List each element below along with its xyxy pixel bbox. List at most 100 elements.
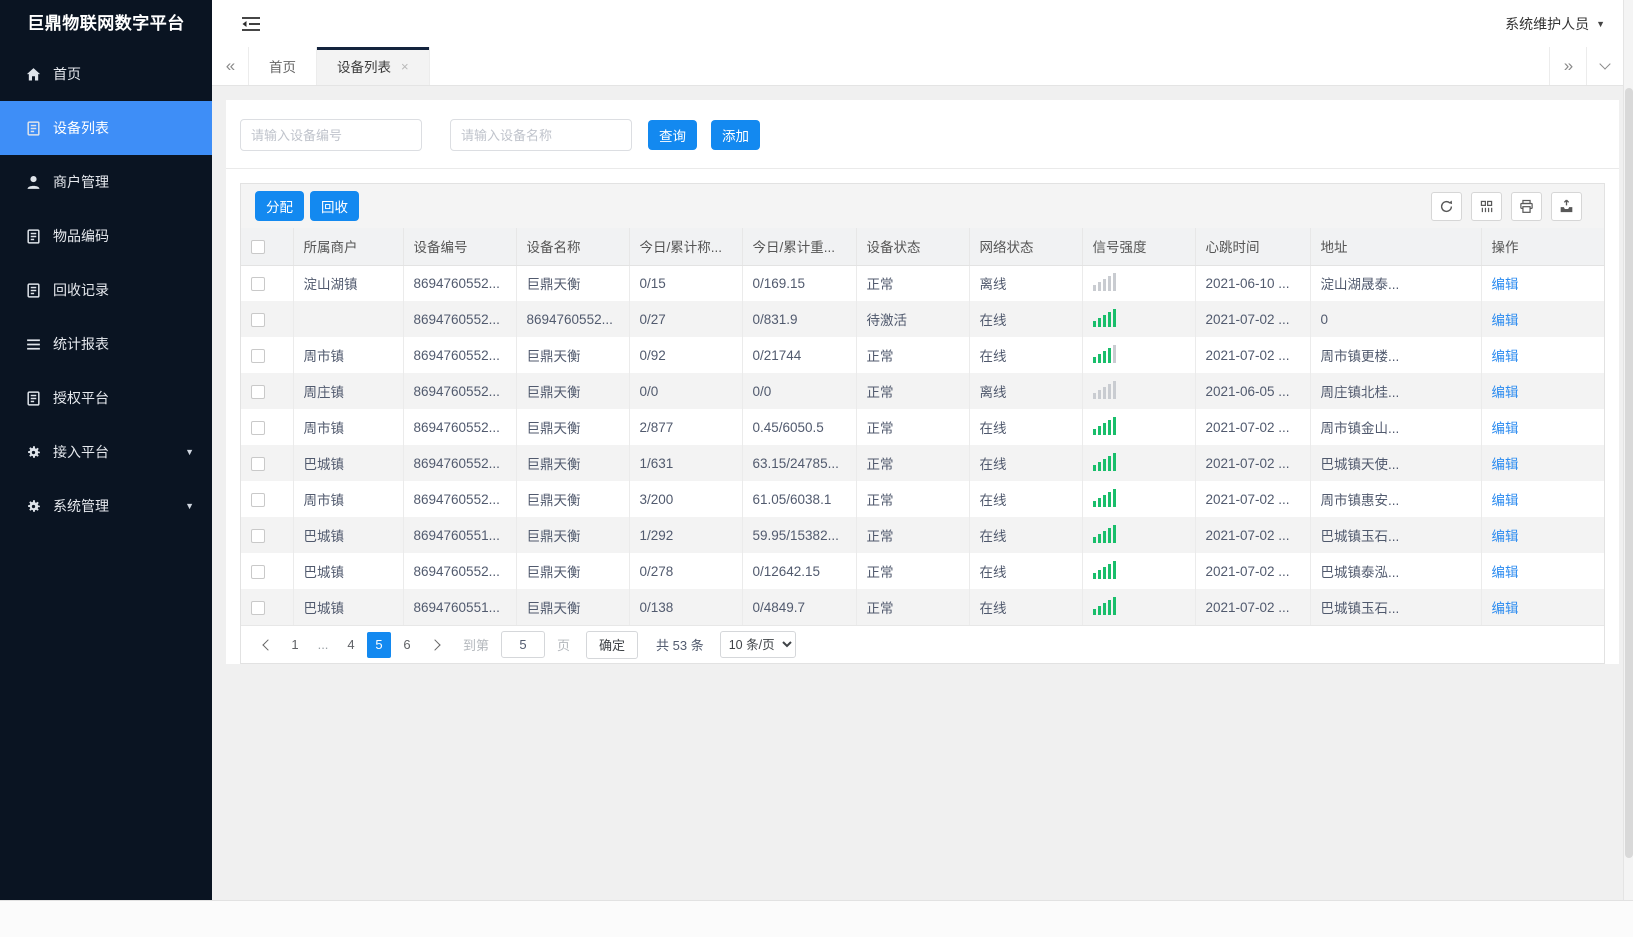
select-all-checkbox[interactable] — [251, 239, 265, 254]
sidebar-item-auth-platform[interactable]: 授权平台 — [0, 371, 212, 425]
device-no-input[interactable] — [240, 119, 422, 151]
signal-bars-icon — [1092, 380, 1116, 399]
cell-merchant: 巴城镇 — [293, 445, 404, 481]
row-checkbox[interactable] — [251, 384, 265, 399]
cell-actions: 编辑 — [1481, 409, 1604, 445]
cell-actions: 编辑 — [1481, 373, 1604, 409]
edit-link[interactable]: 编辑 — [1492, 277, 1519, 292]
sidebar-item-home[interactable]: 首页 — [0, 47, 212, 101]
row-checkbox[interactable] — [251, 312, 265, 327]
table-row: 巴城镇 8694760551... 巨鼎天衡 0/138 0/4849.7 正常 在线 202… — [241, 589, 1604, 625]
user-dropdown-caret-icon: ▼ — [1596, 18, 1605, 29]
query-button[interactable]: 查询 — [648, 120, 697, 150]
print-button[interactable] — [1511, 191, 1542, 221]
sidebar-item-access-platform[interactable]: 接入平台 ▼ — [0, 425, 212, 479]
edit-link[interactable]: 编辑 — [1492, 529, 1519, 544]
sidebar-item-item-code[interactable]: 物品编码 — [0, 209, 212, 263]
page-size-select[interactable]: 10 条/页 — [719, 631, 796, 658]
cell-device-status: 正常 — [856, 373, 970, 409]
export-button[interactable] — [1551, 191, 1582, 221]
row-checkbox[interactable] — [251, 456, 265, 471]
sidebar-item-recycle-records[interactable]: 回收记录 — [0, 263, 212, 317]
doc-icon — [25, 282, 42, 299]
row-checkbox[interactable] — [251, 564, 265, 579]
tab-close-icon[interactable]: × — [401, 59, 409, 74]
sidebar-item-label: 物品编码 — [53, 228, 109, 244]
edit-link[interactable]: 编辑 — [1492, 313, 1519, 328]
goto-page-input[interactable] — [501, 631, 546, 658]
cell-signal-strength — [1082, 553, 1196, 589]
page-number-5[interactable]: 5 — [367, 631, 391, 658]
edit-link[interactable]: 编辑 — [1492, 601, 1519, 616]
menu-fold-icon[interactable] — [241, 16, 261, 32]
edit-link[interactable]: 编辑 — [1492, 457, 1519, 472]
cell-actions: 编辑 — [1481, 481, 1604, 517]
page-number-1[interactable]: 1 — [283, 632, 307, 658]
sidebar-item-system-mgmt[interactable]: 系统管理 ▼ — [0, 479, 212, 533]
page-number-6[interactable]: 6 — [395, 632, 419, 658]
row-checkbox[interactable] — [251, 492, 265, 507]
cell-network-status: 离线 — [969, 265, 1083, 301]
cell-today-count: 1/631 — [629, 445, 743, 481]
cell-checkbox — [241, 373, 294, 409]
cell-today-count: 0/92 — [629, 337, 743, 373]
tabs-scroll-left-button[interactable]: « — [212, 47, 249, 85]
cell-address: 巴城镇玉石... — [1310, 517, 1482, 553]
refresh-button[interactable] — [1431, 191, 1462, 221]
cell-today-weight: 0/12642.15 — [742, 553, 857, 589]
next-page-button[interactable] — [423, 632, 449, 658]
page-number-4[interactable]: 4 — [339, 632, 363, 658]
cell-actions: 编辑 — [1481, 517, 1604, 553]
row-checkbox[interactable] — [251, 600, 265, 615]
edit-link[interactable]: 编辑 — [1492, 349, 1519, 364]
signal-bars-icon — [1092, 560, 1116, 579]
tabs-scroll-right-button[interactable]: » — [1549, 47, 1586, 85]
table-panel: 分配 回收 所属商户 设备编号 设备名称 今日/累计称... 今日/累计重... 设备状态… — [240, 183, 1605, 664]
assign-button[interactable]: 分配 — [255, 191, 304, 221]
sidebar-item-label: 首页 — [53, 66, 81, 82]
table-row: 周庄镇 8694760552... 巨鼎天衡 0/0 0/0 正常 离线 2021-06-05… — [241, 373, 1604, 409]
user-role-dropdown[interactable]: 系统维护人员 ▼ — [1505, 14, 1605, 34]
columns-button[interactable] — [1471, 191, 1502, 221]
cell-heartbeat-time: 2021-07-02 ... — [1195, 409, 1311, 445]
row-checkbox[interactable] — [251, 420, 265, 435]
scrollbar-thumb[interactable] — [1625, 88, 1633, 858]
edit-link[interactable]: 编辑 — [1492, 493, 1519, 508]
cell-network-status: 在线 — [969, 481, 1083, 517]
recycle-button[interactable]: 回收 — [310, 191, 359, 221]
goto-confirm-button[interactable]: 确定 — [586, 630, 639, 659]
prev-page-button[interactable] — [253, 632, 279, 658]
edit-link[interactable]: 编辑 — [1492, 421, 1519, 436]
page-scrollbar[interactable] — [1623, 0, 1633, 900]
row-checkbox[interactable] — [251, 348, 265, 363]
column-header: 网络状态 — [969, 228, 1083, 266]
search-row: 查询 添加 — [226, 100, 1619, 169]
tab-device-list[interactable]: 设备列表 × — [317, 47, 430, 85]
row-checkbox[interactable] — [251, 528, 265, 543]
table-tools — [1431, 191, 1596, 221]
table-row: 淀山湖镇 8694760552... 巨鼎天衡 0/15 0/169.15 正常 离线 202… — [241, 265, 1604, 301]
cell-address: 巴城镇天使... — [1310, 445, 1482, 481]
signal-bars-icon — [1092, 308, 1116, 327]
add-button[interactable]: 添加 — [711, 120, 760, 150]
device-name-input[interactable] — [450, 119, 632, 151]
cell-address: 巴城镇玉石... — [1310, 589, 1482, 625]
pagination: 1... 456 到第 页 确定 共 53 条 10 条/页 — [241, 625, 1604, 663]
sidebar-item-merchant-mgmt[interactable]: 商户管理 — [0, 155, 212, 209]
cell-actions: 编辑 — [1481, 445, 1604, 481]
user-role-label: 系统维护人员 — [1505, 15, 1590, 32]
signal-bars-icon — [1092, 416, 1116, 435]
row-checkbox[interactable] — [251, 276, 265, 291]
tabs-menu-button[interactable] — [1586, 47, 1623, 85]
signal-bars-icon — [1092, 488, 1116, 507]
cell-network-status: 在线 — [969, 409, 1083, 445]
sidebar-item-label: 系统管理 — [53, 498, 109, 514]
sidebar-item-device-list[interactable]: 设备列表 — [0, 101, 212, 155]
sidebar-item-stat-report[interactable]: 统计报表 — [0, 317, 212, 371]
cell-merchant: 巴城镇 — [293, 517, 404, 553]
edit-link[interactable]: 编辑 — [1492, 385, 1519, 400]
cell-device-no: 8694760552... — [403, 409, 517, 445]
edit-link[interactable]: 编辑 — [1492, 565, 1519, 580]
tab-home[interactable]: 首页 — [249, 47, 317, 85]
cell-heartbeat-time: 2021-07-02 ... — [1195, 337, 1311, 373]
